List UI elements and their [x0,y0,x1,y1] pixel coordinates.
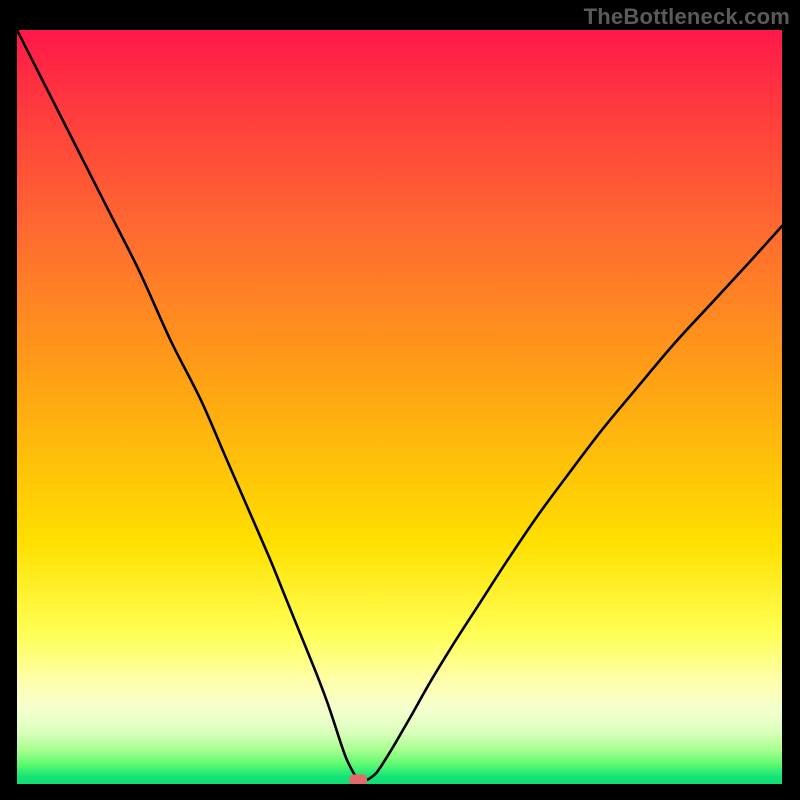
chart-svg [17,30,782,784]
optimal-point-marker [349,774,367,784]
chart-frame: TheBottleneck.com [0,0,800,800]
plot-area [17,30,782,784]
watermark-text: TheBottleneck.com [584,4,790,30]
bottleneck-curve [17,30,782,780]
